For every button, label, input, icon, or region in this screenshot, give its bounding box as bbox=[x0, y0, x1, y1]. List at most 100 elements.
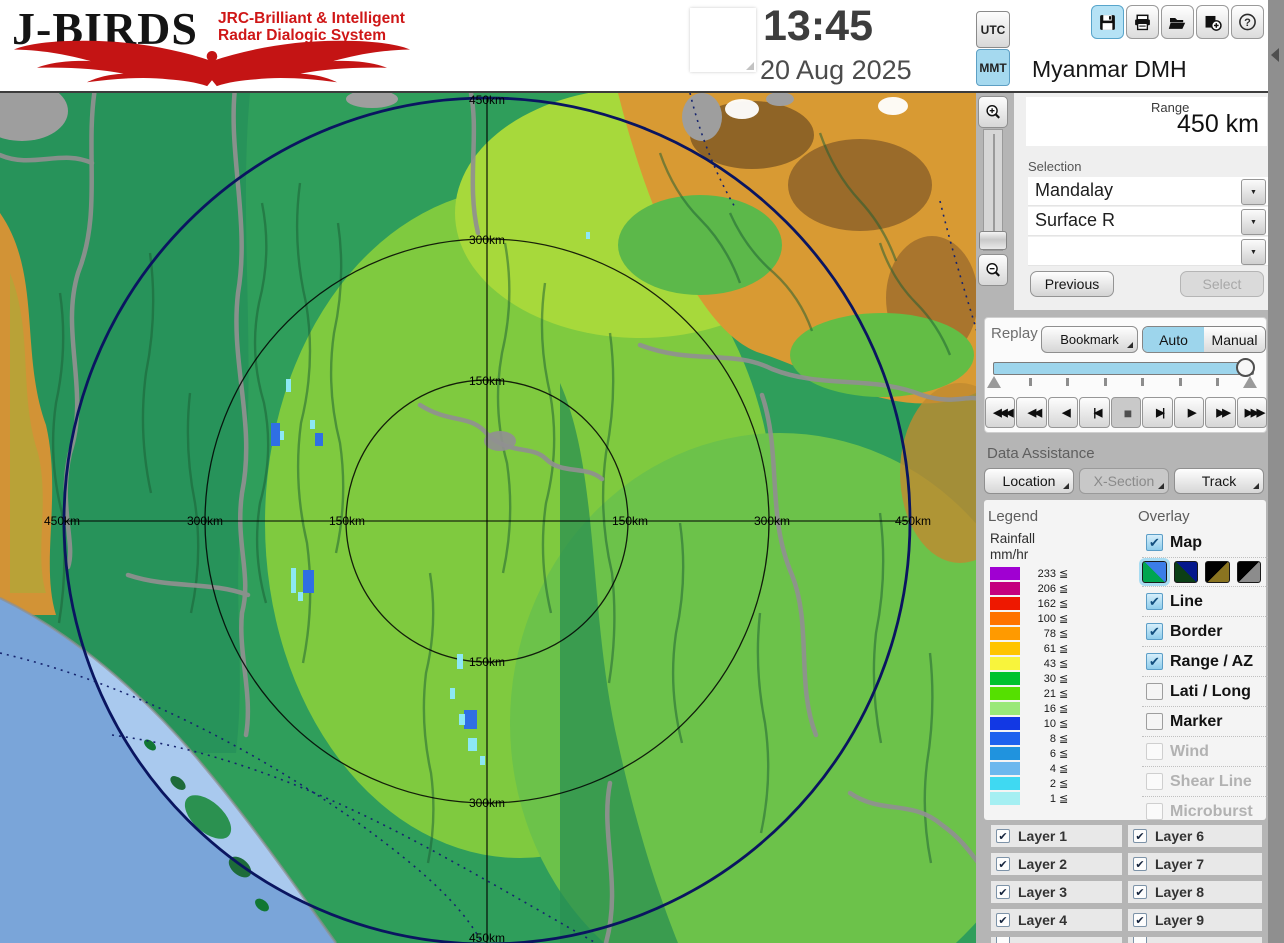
overlay-checkbox-microburst[interactable] bbox=[1146, 803, 1163, 820]
overlay-checkbox-range-az[interactable]: ✔ bbox=[1146, 653, 1163, 670]
slider-start-marker[interactable] bbox=[987, 376, 1001, 388]
option-dropdown-arrow[interactable]: ▼ bbox=[1241, 239, 1266, 265]
slider-end-marker[interactable] bbox=[1243, 376, 1257, 388]
radar-map[interactable]: 450km 300km 150km 150km 300km 450km 450km 300km… bbox=[0, 93, 976, 943]
zoom-in-button[interactable] bbox=[978, 96, 1008, 128]
step-back-button[interactable]: ◀ bbox=[1047, 397, 1079, 428]
overlay-item-wind: Wind bbox=[1142, 736, 1268, 766]
x-section-button[interactable]: X-Section bbox=[1079, 468, 1169, 494]
layer-row-layer-1: ✔ Layer 1 bbox=[991, 825, 1122, 847]
legend-row: 10 ≦ bbox=[990, 716, 1068, 731]
previous-button[interactable]: Previous bbox=[1030, 271, 1114, 297]
layer-checkbox-partial[interactable] bbox=[996, 937, 1010, 943]
layer-label: Layer 2 bbox=[1018, 856, 1068, 872]
stop-button[interactable]: ■ bbox=[1110, 397, 1142, 428]
print-button[interactable] bbox=[1126, 5, 1159, 39]
product-dropdown-arrow[interactable]: ▼ bbox=[1241, 209, 1266, 235]
product-dropdown-value: Surface R bbox=[1035, 210, 1116, 230]
layer-checkbox-layer-8[interactable]: ✔ bbox=[1133, 885, 1147, 899]
layer-checkbox-layer-6[interactable]: ✔ bbox=[1133, 829, 1147, 843]
option-dropdown[interactable]: ▼ bbox=[1028, 237, 1268, 266]
radar-echo-cell bbox=[280, 431, 284, 440]
stop-icon: ■ bbox=[1123, 404, 1133, 421]
radar-echo-cell bbox=[286, 379, 291, 392]
legend-value: 30 bbox=[1043, 672, 1056, 685]
jump-forward-icon: ▶▶▶ bbox=[1244, 407, 1265, 419]
legend-row: 206 ≦ bbox=[990, 581, 1068, 596]
overlay-checkbox-line[interactable]: ✔ bbox=[1146, 593, 1163, 610]
map-style-dark[interactable] bbox=[1173, 561, 1198, 583]
panel-collapse-strip[interactable] bbox=[1268, 0, 1284, 943]
overlay-checkbox-lati-long[interactable] bbox=[1146, 683, 1163, 700]
map-style-grayscale[interactable] bbox=[1236, 561, 1261, 583]
overlay-item-shear-line: Shear Line bbox=[1142, 766, 1268, 796]
map-style-olive[interactable] bbox=[1205, 561, 1230, 583]
zoom-slider-thumb[interactable] bbox=[979, 231, 1007, 250]
track-button[interactable]: Track bbox=[1174, 468, 1264, 494]
layer-checkbox-layer-7[interactable]: ✔ bbox=[1133, 857, 1147, 871]
overlay-checkbox-shear-line[interactable] bbox=[1146, 773, 1163, 790]
overlay-checkbox-marker[interactable] bbox=[1146, 713, 1163, 730]
radar-echo-cell bbox=[459, 714, 465, 725]
legend-section-label: Legend bbox=[988, 508, 1039, 525]
folder-icon bbox=[1168, 17, 1186, 29]
layer-checkbox-layer-2[interactable]: ✔ bbox=[996, 857, 1010, 871]
bookmark-button[interactable]: Bookmark bbox=[1041, 326, 1138, 353]
legend-color-swatch bbox=[990, 627, 1020, 640]
skip-to-end-button[interactable]: ▶| bbox=[1142, 397, 1173, 428]
clock-time: 13:45 bbox=[763, 2, 873, 50]
replay-slider-handle[interactable] bbox=[1236, 358, 1255, 377]
time-note-box[interactable] bbox=[690, 8, 756, 72]
overlay-checkbox-wind[interactable] bbox=[1146, 743, 1163, 760]
fast-forward-button[interactable]: ▶▶ bbox=[1205, 397, 1236, 428]
export-button[interactable] bbox=[1196, 5, 1229, 39]
manual-button[interactable]: Manual bbox=[1204, 327, 1265, 352]
radar-echo-cell bbox=[457, 654, 463, 669]
layer-checkbox-layer-9[interactable]: ✔ bbox=[1133, 913, 1147, 927]
legend-row: 1 ≦ bbox=[990, 791, 1068, 806]
auto-button[interactable]: Auto bbox=[1143, 327, 1204, 352]
jump-forward-button[interactable]: ▶▶▶ bbox=[1236, 397, 1267, 428]
overlay-checkbox-map[interactable]: ✔ bbox=[1146, 534, 1163, 551]
slider-tick bbox=[1104, 378, 1107, 386]
skip-to-start-button[interactable]: |◀ bbox=[1079, 397, 1110, 428]
layer-row-layer-9: ✔ Layer 9 bbox=[1128, 909, 1262, 931]
legend-value: 233 bbox=[1037, 567, 1056, 580]
jump-back-button[interactable]: ◀◀◀ bbox=[985, 397, 1016, 428]
open-button[interactable] bbox=[1161, 5, 1194, 39]
site-dropdown[interactable]: Mandalay ▼ bbox=[1028, 177, 1268, 206]
clock-date: 20 Aug 2025 bbox=[760, 55, 912, 85]
legend-lte-symbol: ≦ bbox=[1059, 793, 1069, 805]
svg-text:?: ? bbox=[1244, 17, 1251, 29]
product-dropdown[interactable]: Surface R ▼ bbox=[1028, 207, 1268, 236]
layer-label: Layer 3 bbox=[1018, 884, 1068, 900]
layer-checkbox-layer-3[interactable]: ✔ bbox=[996, 885, 1010, 899]
play-button[interactable]: ▶ bbox=[1173, 397, 1205, 428]
question-icon: ? bbox=[1239, 13, 1256, 31]
radar-echo-cell bbox=[303, 570, 314, 593]
layer-row-layer-3: ✔ Layer 3 bbox=[991, 881, 1122, 903]
select-button[interactable]: Select bbox=[1180, 271, 1264, 297]
legend-value: 4 bbox=[1049, 762, 1056, 775]
legend-lte-symbol: ≦ bbox=[1059, 688, 1069, 700]
help-button[interactable]: ? bbox=[1231, 5, 1264, 39]
location-button[interactable]: Location bbox=[984, 468, 1074, 494]
fast-rewind-button[interactable]: ◀◀ bbox=[1016, 397, 1047, 428]
layer-checkbox-layer-1[interactable]: ✔ bbox=[996, 829, 1010, 843]
utc-button[interactable]: UTC bbox=[976, 11, 1010, 48]
slider-tick bbox=[1179, 378, 1182, 386]
zoom-out-button[interactable] bbox=[978, 254, 1008, 286]
overlay-checkbox-border[interactable]: ✔ bbox=[1146, 623, 1163, 640]
legend-color-swatch bbox=[990, 597, 1020, 610]
layer-checkbox-layer-4[interactable]: ✔ bbox=[996, 913, 1010, 927]
layer-label: Layer 1 bbox=[1018, 828, 1068, 844]
jump-back-icon: ◀◀◀ bbox=[993, 407, 1013, 419]
map-style-terrain[interactable] bbox=[1139, 558, 1170, 586]
site-dropdown-arrow[interactable]: ▼ bbox=[1241, 179, 1266, 205]
mmt-button[interactable]: MMT bbox=[976, 49, 1010, 86]
map-style-row bbox=[1139, 557, 1268, 586]
layer-checkbox-partial[interactable] bbox=[1133, 937, 1147, 943]
save-button[interactable] bbox=[1091, 5, 1124, 39]
slider-tick bbox=[1216, 378, 1219, 386]
replay-slider-track[interactable] bbox=[993, 362, 1254, 375]
